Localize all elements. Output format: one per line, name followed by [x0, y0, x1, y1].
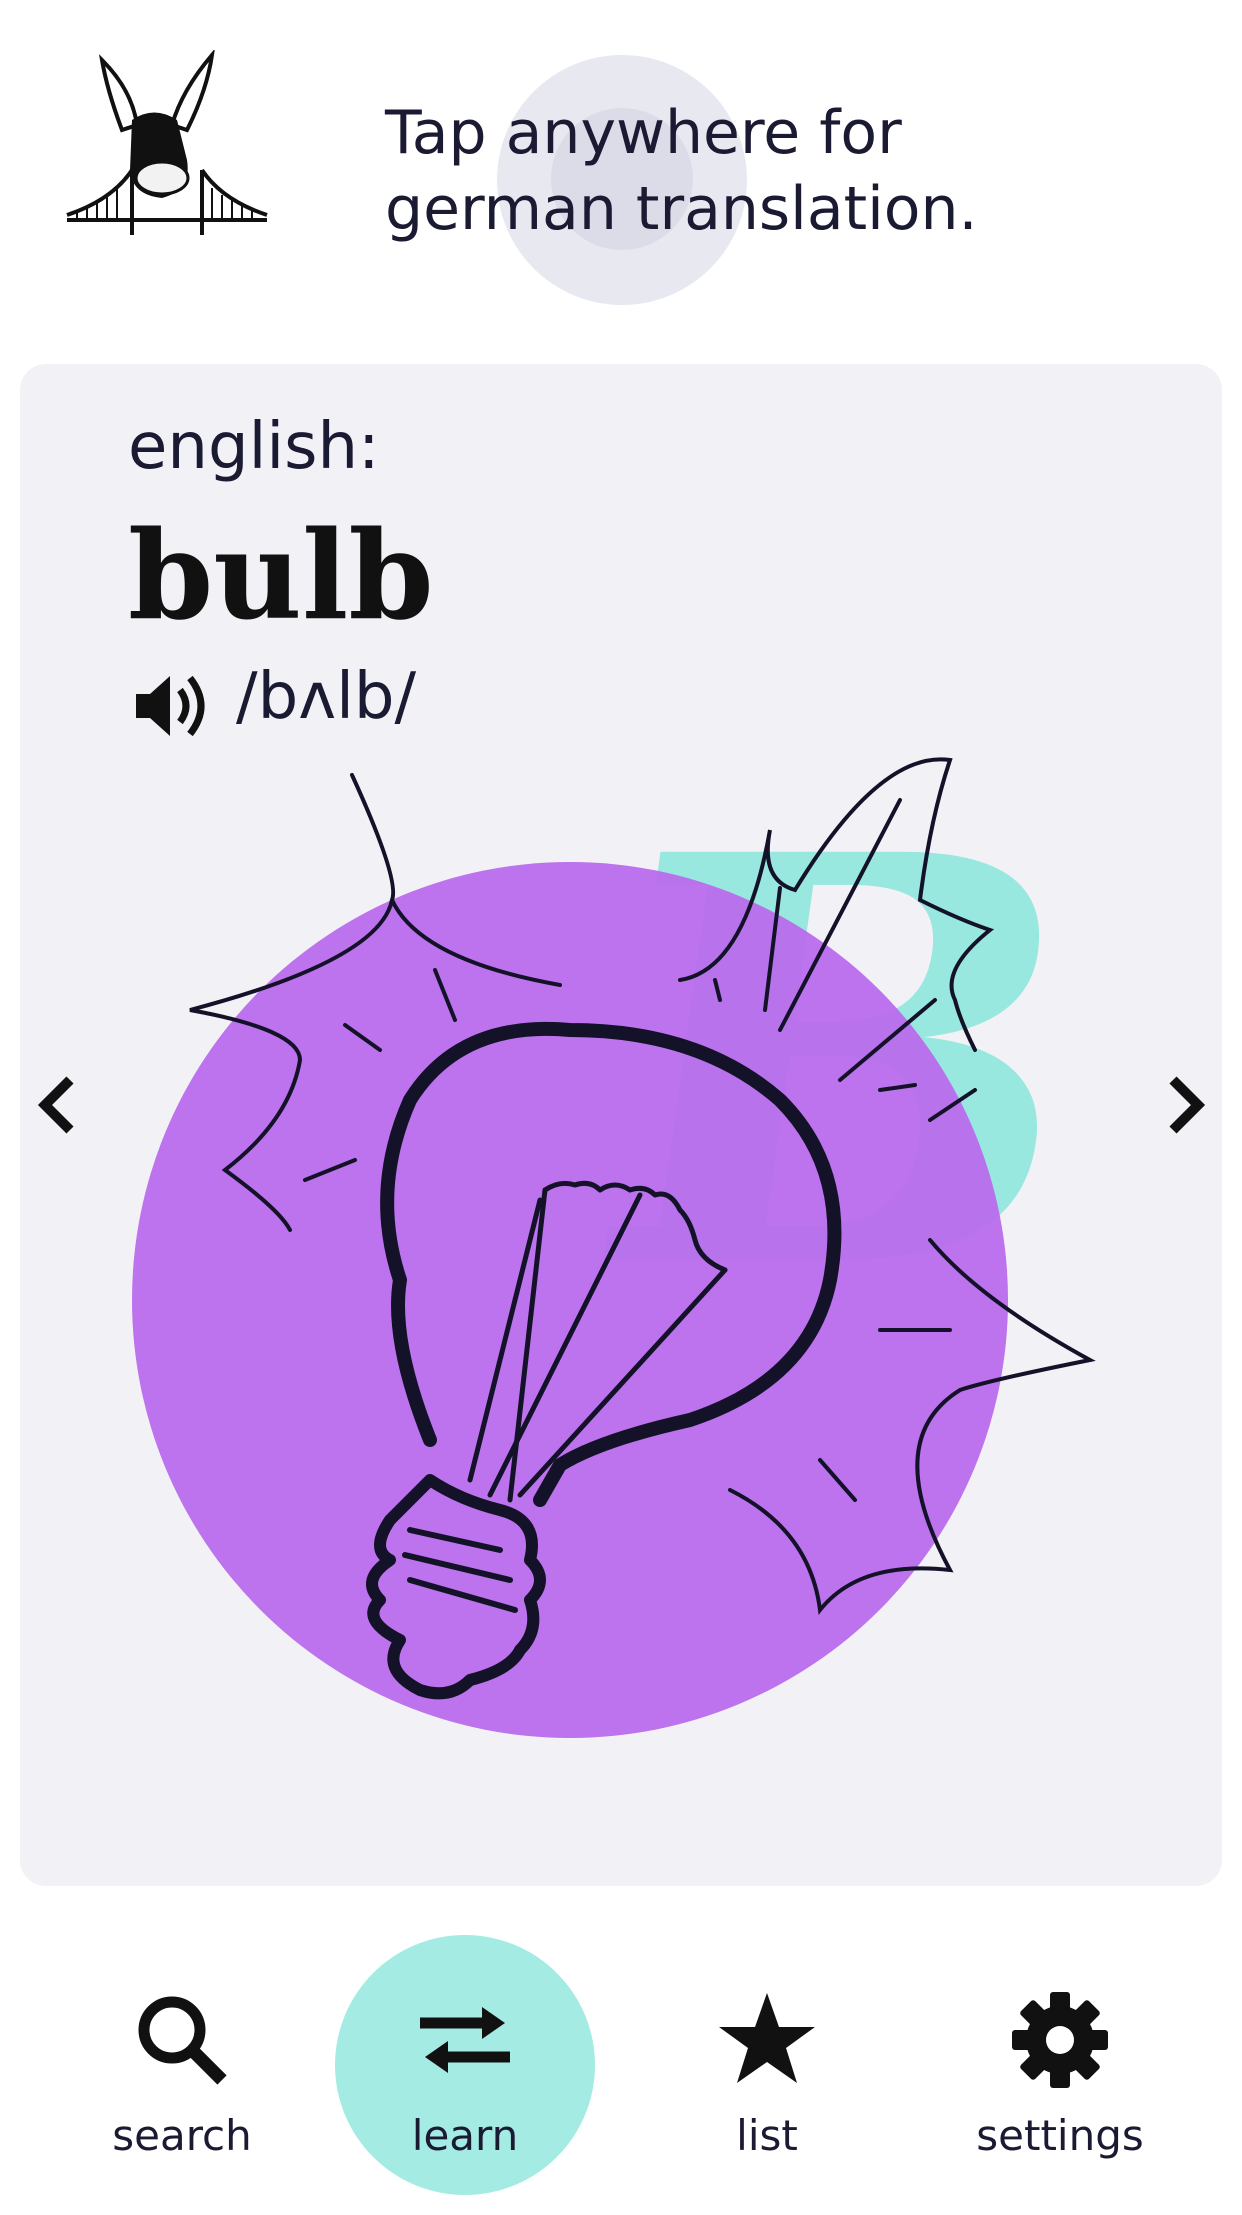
nav-learn[interactable]: learn: [345, 1985, 585, 2215]
search-icon: [138, 1996, 227, 2085]
swap-arrows-icon: [420, 2007, 510, 2073]
pronunciation: /bʌlb/: [236, 660, 417, 734]
bulb-illustration: B: [0, 735, 1242, 1780]
hint-line-1: Tap anywhere for: [385, 98, 902, 168]
donkey-logo-icon: [62, 48, 272, 250]
vocab-word: bulb: [128, 503, 434, 647]
hint-line-2: german translation.: [385, 174, 978, 244]
next-card-arrow[interactable]: [1158, 1065, 1218, 1145]
language-label: english:: [128, 410, 380, 484]
translation-hint: Tap anywhere for german translation.: [385, 95, 1085, 247]
nav-list-label: list: [736, 2111, 798, 2160]
nav-settings-label: settings: [976, 2111, 1144, 2160]
previous-card-arrow[interactable]: [25, 1065, 85, 1145]
speaker-icon[interactable]: [132, 668, 212, 744]
gear-icon: [1012, 1992, 1108, 2088]
nav-list[interactable]: list: [647, 1985, 887, 2215]
nav-settings[interactable]: settings: [940, 1985, 1180, 2215]
star-icon: [719, 1993, 815, 2083]
nav-search-label: search: [112, 2111, 252, 2160]
nav-learn-label: learn: [411, 2111, 519, 2160]
nav-search[interactable]: search: [62, 1985, 302, 2215]
